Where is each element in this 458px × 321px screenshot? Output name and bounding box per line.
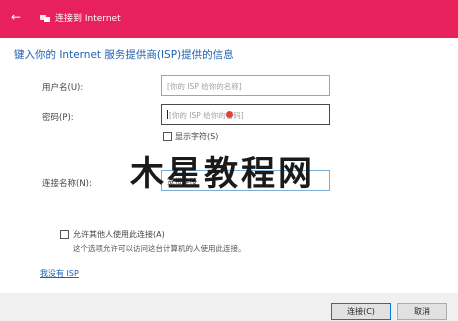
connection-name-label: 连接名称(N): xyxy=(42,179,92,189)
password-field[interactable]: [你的 ISP 给你的密码] xyxy=(161,104,330,125)
username-field[interactable]: [你的 ISP 给你的名称] xyxy=(161,75,330,96)
watermark: 木星教程网 xyxy=(130,154,315,194)
connect-button[interactable]: 连接(C) xyxy=(331,303,391,320)
window-title: 连接到 Internet xyxy=(55,14,121,24)
cancel-button[interactable]: 取消 xyxy=(397,303,447,320)
username-placeholder: [你的 ISP 给你的名称] xyxy=(167,82,242,91)
username-label: 用户名(U): xyxy=(42,83,84,93)
show-chars-checkbox[interactable] xyxy=(163,132,172,141)
text-caret xyxy=(167,110,168,119)
no-isp-link[interactable]: 我没有 ISP xyxy=(40,268,79,279)
password-label: 密码(P): xyxy=(42,113,74,123)
mouse-cursor-indicator xyxy=(226,111,233,118)
allow-others-label[interactable]: 允许其他人使用此连接(A) xyxy=(73,229,165,240)
show-chars-label[interactable]: 显示字符(S) xyxy=(175,131,218,142)
network-icon xyxy=(40,15,50,22)
title-bar: ← 连接到 Internet xyxy=(0,0,458,38)
allow-others-hint: 这个选项允许可以访问这台计算机的人使用此连接。 xyxy=(73,244,246,253)
allow-others-checkbox[interactable] xyxy=(60,230,69,239)
back-arrow-icon[interactable]: ← xyxy=(11,10,23,24)
page-heading: 键入你的 Internet 服务提供商(ISP)提供的信息 xyxy=(14,49,234,61)
